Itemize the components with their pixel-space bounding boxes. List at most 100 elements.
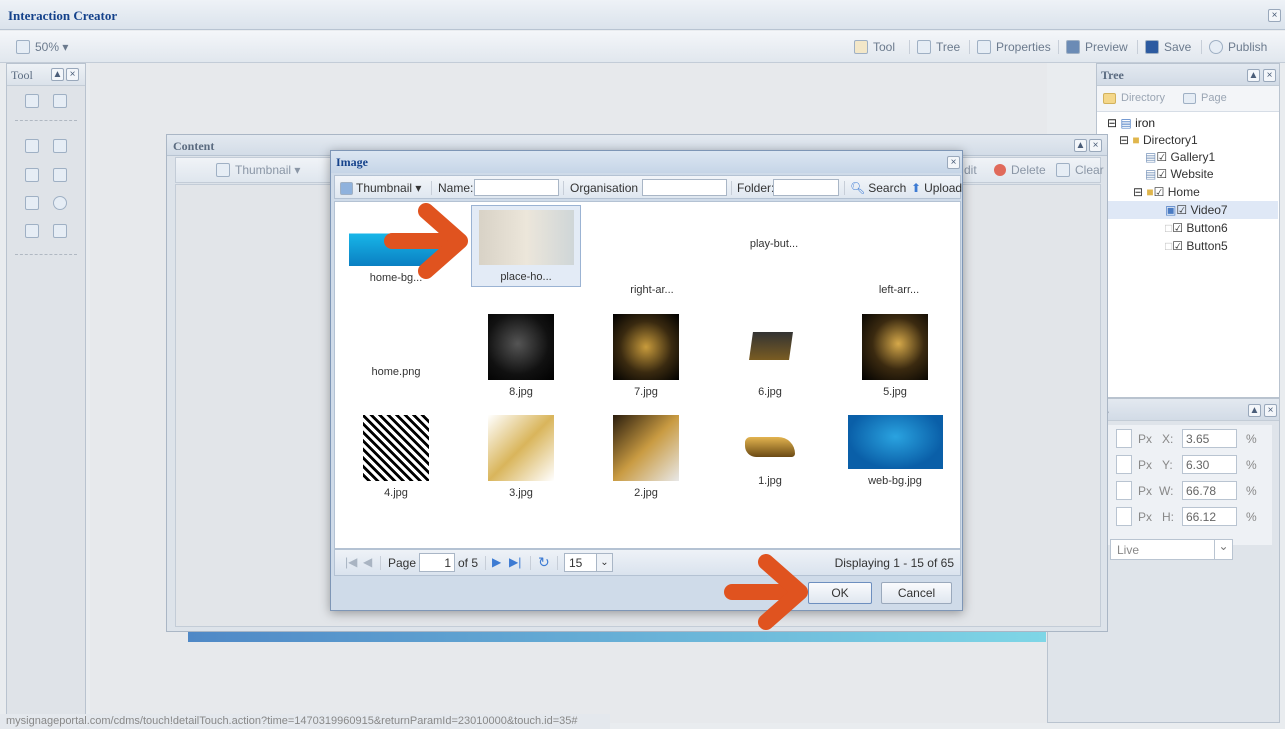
separator [844, 181, 845, 195]
ok-button[interactable]: OK [808, 582, 872, 604]
tree-node-label: Button6 [1186, 221, 1228, 235]
search-label: Search [868, 181, 907, 195]
text-tool-icon[interactable] [25, 168, 39, 182]
height-px-input[interactable] [1116, 507, 1132, 526]
separator [1201, 40, 1202, 54]
dialog-thumbnail-button[interactable]: Thumbnail ▾ [340, 181, 421, 195]
clear-button[interactable]: Clear [1056, 163, 1104, 177]
shape-tool-icon[interactable] [25, 224, 39, 238]
add-directory-button[interactable]: Directory [1103, 92, 1165, 104]
image-item[interactable]: 3.jpg [466, 415, 576, 499]
folder-label: Folder: [737, 181, 775, 195]
image-item[interactable]: play-but... [719, 232, 829, 250]
collapse-icon[interactable]: ▲ [1248, 404, 1261, 417]
w-input[interactable]: 66.78 [1182, 481, 1237, 500]
tree-node-home[interactable]: ⊟ ■☑ Home [1133, 185, 1200, 199]
dialog-close-button[interactable]: × [947, 156, 960, 169]
image-item[interactable]: 7.jpg [591, 314, 701, 398]
tree-node-iron[interactable]: ⊟ ▤ iron [1107, 116, 1155, 130]
displaying-text: Displaying 1 - 15 of 65 [834, 556, 954, 570]
image-item[interactable]: home-bg... [341, 212, 451, 284]
width-px-input[interactable] [1116, 481, 1132, 500]
cancel-button[interactable]: Cancel [881, 582, 952, 604]
tree-node-website[interactable]: ▤☑ Website [1145, 167, 1214, 181]
name-input[interactable] [474, 179, 559, 196]
close-icon[interactable]: × [66, 68, 79, 81]
zoom-select[interactable]: 50% ▾ [16, 40, 68, 54]
left-px-input[interactable] [1116, 429, 1132, 448]
separator [557, 556, 558, 570]
delete-button[interactable]: Delete [994, 163, 1046, 177]
prev-page-icon[interactable]: ◀ [363, 555, 372, 569]
content-thumbnail-button[interactable]: Thumbnail ▾ [216, 163, 300, 177]
image-item[interactable]: left-arr... [844, 278, 954, 296]
folder-input[interactable] [773, 179, 839, 196]
close-icon[interactable]: × [1089, 139, 1102, 152]
mode-select[interactable]: Live ⌄ [1110, 539, 1233, 560]
last-page-icon[interactable]: ▶| [509, 555, 521, 569]
pct-unit: % [1246, 510, 1257, 524]
tree-node-button6[interactable]: □☑ Button6 [1165, 221, 1228, 235]
tree-panel: Tree ▲ × Directory Page ⊟ ▤ iron ⊟ ■ Dir… [1096, 63, 1280, 398]
zoom-value: 50% ▾ [35, 40, 69, 54]
tree-node-button5[interactable]: □☑ Button5 [1165, 239, 1228, 253]
image-item[interactable]: 1.jpg [715, 427, 825, 487]
preview-button[interactable]: Preview [1066, 40, 1128, 54]
button-tool-icon[interactable] [53, 139, 67, 153]
y-input[interactable]: 6.30 [1182, 455, 1237, 474]
collapse-icon[interactable]: ▲ [1074, 139, 1087, 152]
tool-button[interactable]: Tool [854, 40, 895, 54]
tree-button[interactable]: Tree [917, 40, 960, 54]
image-item[interactable]: home.png [341, 360, 451, 378]
image-item-selected[interactable]: place-ho... [471, 205, 581, 287]
properties-button[interactable]: Properties [977, 40, 1051, 54]
image-item[interactable]: 2.jpg [591, 415, 701, 499]
image-item[interactable]: right-ar... [597, 278, 707, 296]
image-item[interactable]: web-bg.jpg [840, 415, 950, 487]
image-caption: home.png [371, 366, 421, 378]
w-label: W: [1159, 484, 1174, 498]
tree-node-directory1[interactable]: ⊟ ■ Directory1 [1119, 133, 1198, 147]
publish-button[interactable]: Publish [1209, 40, 1267, 54]
x-input[interactable]: 3.65 [1182, 429, 1237, 448]
edit-button[interactable]: dit [964, 163, 977, 177]
video-tool-icon[interactable] [25, 139, 39, 153]
top-px-input[interactable] [1116, 455, 1132, 474]
web-tool-icon[interactable] [53, 168, 67, 182]
page-input[interactable]: 1 [419, 553, 455, 572]
clock-tool-icon[interactable] [53, 196, 67, 210]
next-page-icon[interactable]: ▶ [492, 555, 501, 569]
tool-panel: Tool ▲ × [6, 63, 86, 723]
h-input[interactable]: 66.12 [1182, 507, 1237, 526]
organisation-input[interactable] [642, 179, 727, 196]
search-button[interactable]: 🔍︎ Search [850, 181, 906, 195]
tree-node-gallery1[interactable]: ▤☑ Gallery1 [1145, 150, 1215, 164]
collapse-icon[interactable]: ▲ [1247, 69, 1260, 82]
refresh-icon[interactable]: ↻ [538, 554, 550, 571]
save-button[interactable]: Save [1145, 40, 1191, 54]
page-size-select[interactable]: 15 ⌄ [564, 553, 613, 572]
image-item[interactable]: 5.jpg [840, 314, 950, 398]
gallery-tool-icon[interactable] [25, 196, 39, 210]
add-page-button[interactable]: Page [1183, 92, 1227, 104]
first-page-icon[interactable]: |◀ [345, 555, 357, 569]
pct-unit: % [1246, 458, 1257, 472]
window-close-button[interactable]: × [1268, 9, 1281, 22]
image-thumbnail [737, 427, 803, 469]
clear-icon [1056, 163, 1070, 177]
tree-node-video7[interactable]: ▣☑ Video7 [1098, 201, 1278, 219]
document-tool-icon[interactable] [53, 224, 67, 238]
image-caption: play-but... [749, 238, 799, 250]
close-icon[interactable]: × [1263, 69, 1276, 82]
image-tool-icon[interactable] [53, 94, 67, 108]
close-icon[interactable]: × [1264, 404, 1277, 417]
tree-label: Tree [936, 40, 961, 54]
tool-panel-title: Tool [11, 68, 33, 82]
image-item[interactable]: 6.jpg [715, 314, 825, 398]
image-item[interactable]: 8.jpg [466, 314, 576, 398]
preview-label: Preview [1085, 40, 1128, 54]
collapse-icon[interactable]: ▲ [51, 68, 64, 81]
image-item[interactable]: 4.jpg [341, 415, 451, 499]
upload-button[interactable]: ⬆ Upload [911, 181, 962, 195]
select-tool-icon[interactable] [25, 94, 39, 108]
